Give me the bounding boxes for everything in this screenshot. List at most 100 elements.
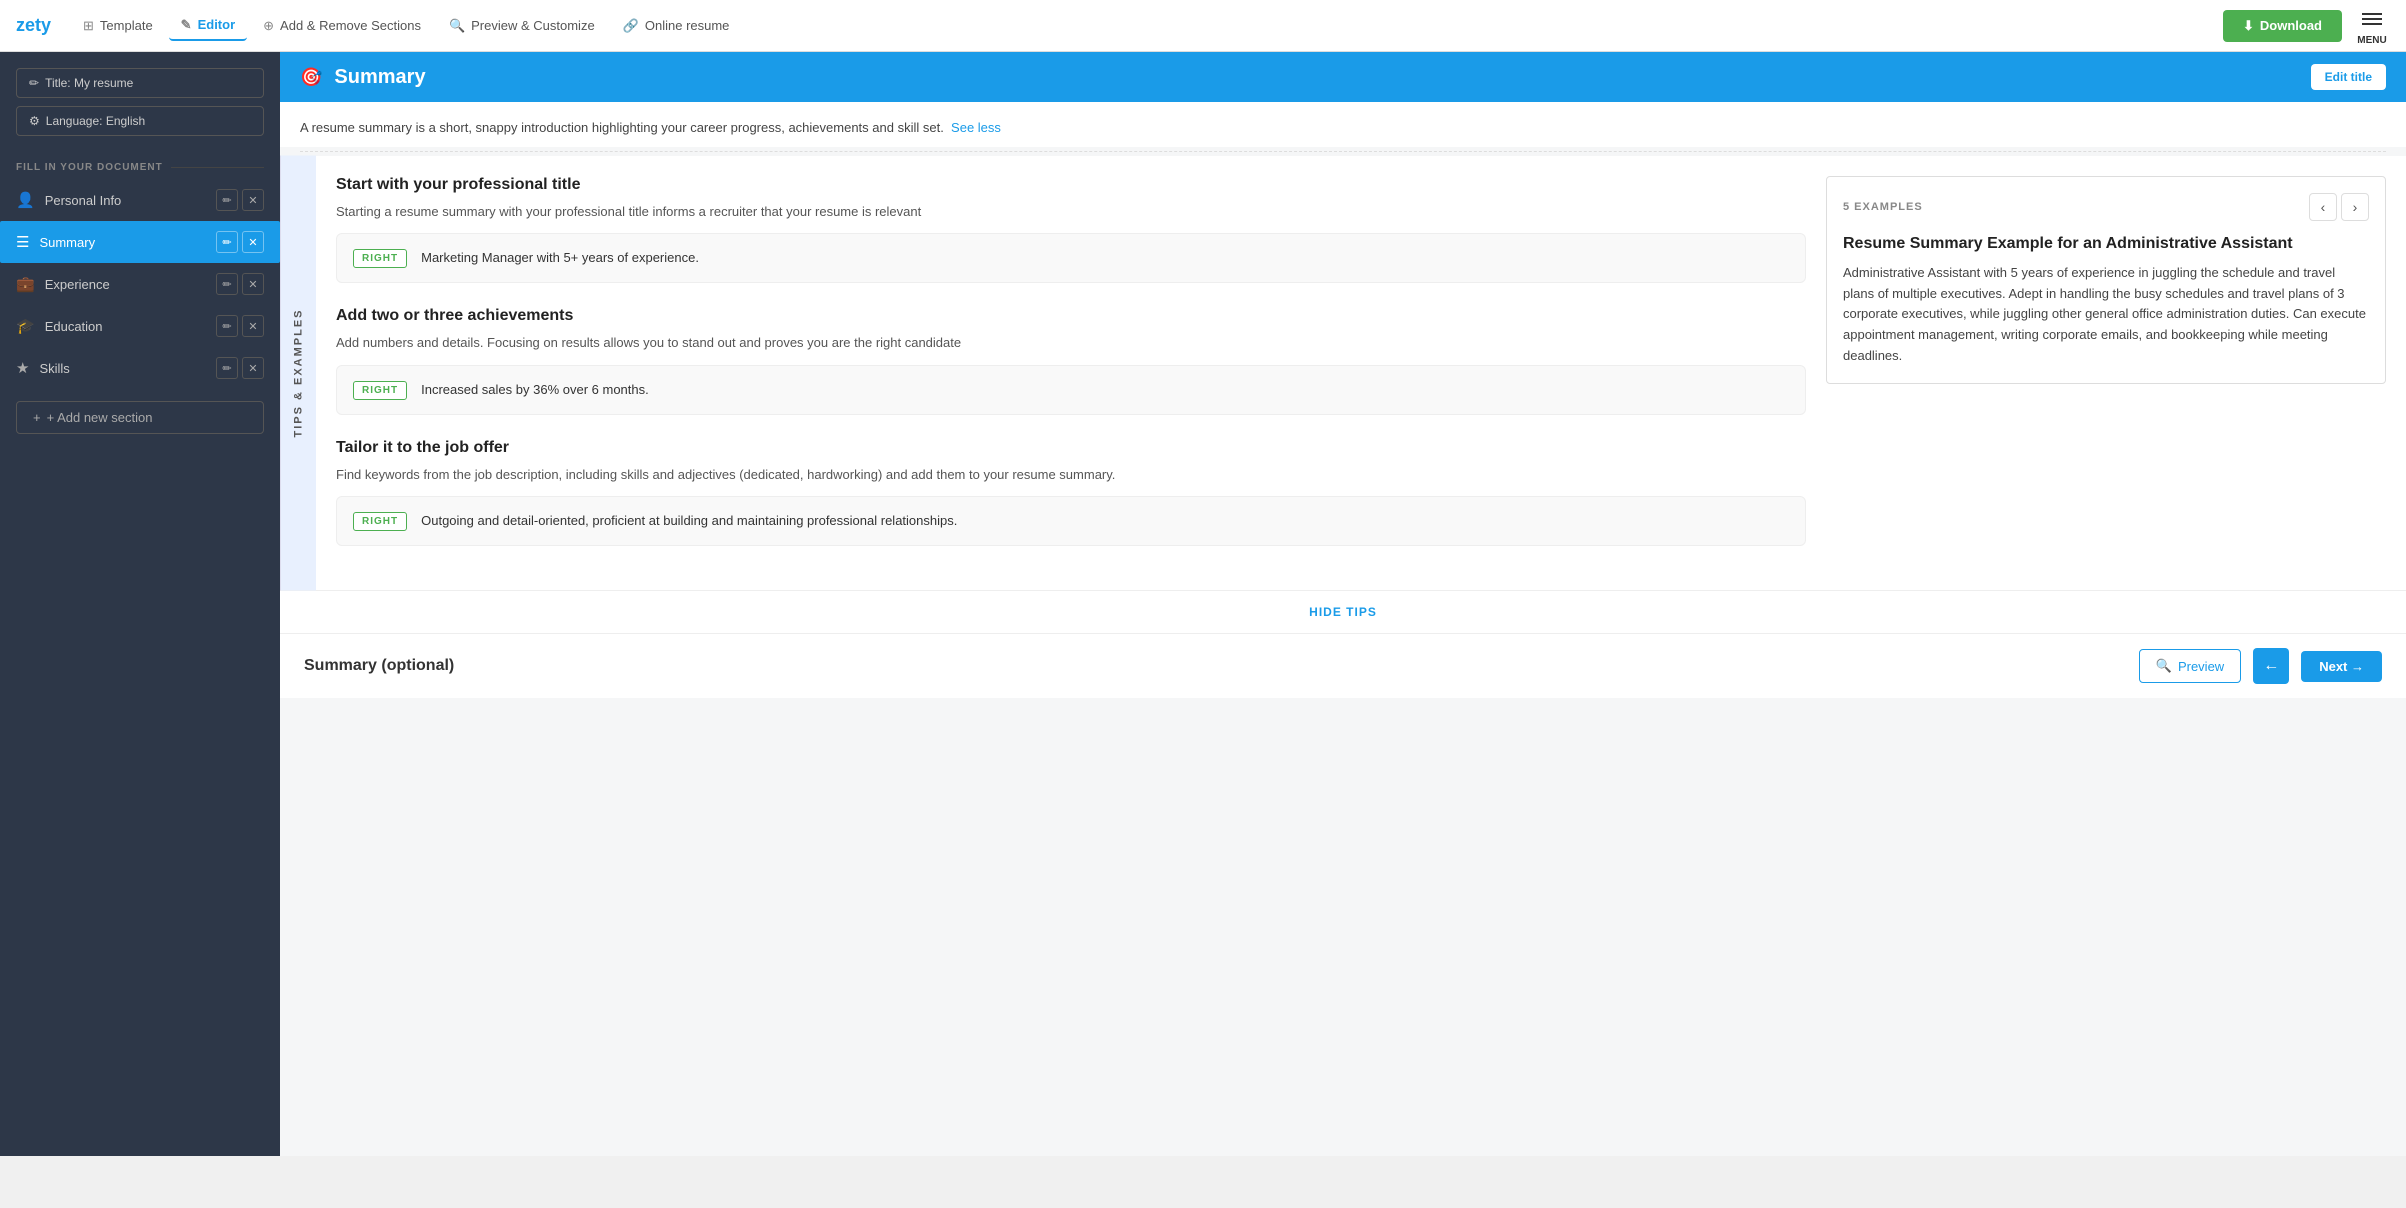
language-label: Language: English	[46, 114, 145, 128]
edit-title-label: Edit title	[2325, 70, 2372, 84]
sidebar: ✏ Title: My resume ⚙ Language: English F…	[0, 52, 280, 1156]
sidebar-item-skills[interactable]: ★ Skills ✏ ✕	[0, 347, 280, 389]
next-label: Next →	[2319, 659, 2364, 674]
gear-icon: ⚙	[29, 114, 40, 128]
experience-label: Experience	[45, 277, 206, 292]
tip-3-example: RIGHT Outgoing and detail-oriented, prof…	[336, 496, 1806, 546]
examples-prev-button[interactable]: ‹	[2309, 193, 2337, 221]
tip-1: Start with your professional title Start…	[336, 176, 1806, 284]
skills-actions: ✏ ✕	[216, 357, 264, 379]
skills-delete-button[interactable]: ✕	[242, 357, 264, 379]
tip-1-example: RIGHT Marketing Manager with 5+ years of…	[336, 233, 1806, 283]
section-title: Summary	[334, 66, 2298, 89]
tip-2: Add two or three achievements Add number…	[336, 307, 1806, 415]
preview-button[interactable]: 🔍 Preview	[2139, 649, 2241, 683]
nav-template[interactable]: ⊞ Template	[71, 12, 165, 40]
plus-icon: +	[33, 410, 41, 425]
tip-3-desc: Find keywords from the job description, …	[336, 465, 1806, 485]
example-body: Administrative Assistant with 5 years of…	[1843, 263, 2369, 367]
personal-info-actions: ✏ ✕	[216, 189, 264, 211]
download-button[interactable]: ⬇ Download	[2223, 10, 2342, 42]
tip-1-title: Start with your professional title	[336, 176, 1806, 194]
sidebar-item-education[interactable]: 🎓 Education ✏ ✕	[0, 305, 280, 347]
nav-preview-customize[interactable]: 🔍 Preview & Customize	[437, 12, 607, 40]
tip-1-badge: RIGHT	[353, 249, 407, 268]
edit-title-button[interactable]: Edit title	[2311, 64, 2386, 90]
title-button[interactable]: ✏ Title: My resume	[16, 68, 264, 98]
hamburger-icon	[2354, 5, 2390, 33]
next-button[interactable]: Next →	[2301, 651, 2382, 682]
tip-3-example-text: Outgoing and detail-oriented, proficient…	[421, 511, 957, 531]
tips-content: Start with your professional title Start…	[316, 156, 1826, 591]
summary-icon: ☰	[16, 233, 29, 251]
divider	[300, 151, 2386, 152]
tip-2-example-text: Increased sales by 36% over 6 months.	[421, 380, 649, 400]
add-section-label: + Add new section	[47, 410, 153, 425]
summary-edit-button[interactable]: ✏	[216, 231, 238, 253]
experience-edit-button[interactable]: ✏	[216, 273, 238, 295]
experience-delete-button[interactable]: ✕	[242, 273, 264, 295]
nav-right: ⬇ Download MENU	[2223, 5, 2390, 46]
intro-area: A resume summary is a short, snappy intr…	[280, 102, 2406, 147]
nav-add-remove[interactable]: ⊕ Add & Remove Sections	[251, 12, 433, 40]
nav-editor-label: Editor	[198, 17, 236, 32]
intro-content: A resume summary is a short, snappy intr…	[300, 120, 944, 135]
personal-info-label: Personal Info	[45, 193, 206, 208]
nav-add-remove-label: Add & Remove Sections	[280, 18, 421, 33]
example-title: Resume Summary Example for an Administra…	[1843, 235, 2369, 253]
pencil-icon: ✏	[29, 76, 39, 90]
examples-header: 5 EXAMPLES ‹ ›	[1843, 193, 2369, 221]
summary-actions: ✏ ✕	[216, 231, 264, 253]
tip-3-title: Tailor it to the job offer	[336, 439, 1806, 457]
tip-2-badge: RIGHT	[353, 381, 407, 400]
summary-label: Summary	[39, 235, 206, 250]
education-icon: 🎓	[16, 317, 35, 335]
menu-label: MENU	[2354, 35, 2390, 46]
back-button[interactable]: ←	[2253, 648, 2289, 684]
examples-count: 5 EXAMPLES	[1843, 201, 1923, 213]
intro-text: A resume summary is a short, snappy intr…	[300, 118, 2386, 139]
nav-online-label: Online resume	[645, 18, 730, 33]
tip-3: Tailor it to the job offer Find keywords…	[336, 439, 1806, 547]
skills-edit-button[interactable]: ✏	[216, 357, 238, 379]
skills-label: Skills	[39, 361, 206, 376]
nav-online-resume[interactable]: 🔗 Online resume	[611, 12, 742, 40]
title-label: Title: My resume	[45, 76, 133, 90]
examples-nav: ‹ ›	[2309, 193, 2369, 221]
section-header: 🎯 Summary Edit title	[280, 52, 2406, 102]
summary-optional-label: Summary (optional)	[304, 657, 2127, 675]
main-body: 🎯 Summary Edit title A resume summary is…	[280, 52, 2406, 698]
hide-tips-button[interactable]: HIDE TIPS	[280, 590, 2406, 633]
template-icon: ⊞	[83, 18, 94, 34]
main-layout: ✏ Title: My resume ⚙ Language: English F…	[0, 52, 2406, 1156]
sidebar-item-personal-info[interactable]: 👤 Personal Info ✏ ✕	[0, 179, 280, 221]
menu-button[interactable]: MENU	[2354, 5, 2390, 46]
link-icon: 🔗	[623, 18, 639, 34]
tips-and-examples: TIPS & EXAMPLES Start with your professi…	[280, 156, 2406, 591]
examples-next-button[interactable]: ›	[2341, 193, 2369, 221]
sidebar-item-summary[interactable]: ☰ Summary ✏ ✕	[0, 221, 280, 263]
summary-delete-button[interactable]: ✕	[242, 231, 264, 253]
personal-info-edit-button[interactable]: ✏	[216, 189, 238, 211]
see-less-link[interactable]: See less	[951, 120, 1001, 135]
examples-panel: 5 EXAMPLES ‹ › Resume Summary Example fo…	[1826, 176, 2386, 384]
skills-icon: ★	[16, 359, 29, 377]
personal-info-delete-button[interactable]: ✕	[242, 189, 264, 211]
personal-info-icon: 👤	[16, 191, 35, 209]
sidebar-item-experience[interactable]: 💼 Experience ✏ ✕	[0, 263, 280, 305]
experience-actions: ✏ ✕	[216, 273, 264, 295]
sidebar-top: ✏ Title: My resume ⚙ Language: English	[0, 52, 280, 152]
education-delete-button[interactable]: ✕	[242, 315, 264, 337]
add-section-button[interactable]: + + Add new section	[16, 401, 264, 434]
tip-1-desc: Starting a resume summary with your prof…	[336, 202, 1806, 222]
tips-sidebar-label: TIPS & EXAMPLES	[280, 156, 316, 591]
language-button[interactable]: ⚙ Language: English	[16, 106, 264, 136]
download-label: Download	[2260, 18, 2322, 33]
logo: zety	[16, 15, 51, 36]
section-header-icon: 🎯	[300, 67, 322, 88]
education-edit-button[interactable]: ✏	[216, 315, 238, 337]
top-nav: zety ⊞ Template ✎ Editor ⊕ Add & Remove …	[0, 0, 2406, 52]
nav-editor[interactable]: ✎ Editor	[169, 11, 247, 41]
tip-1-example-text: Marketing Manager with 5+ years of exper…	[421, 248, 699, 268]
nav-template-label: Template	[100, 18, 153, 33]
